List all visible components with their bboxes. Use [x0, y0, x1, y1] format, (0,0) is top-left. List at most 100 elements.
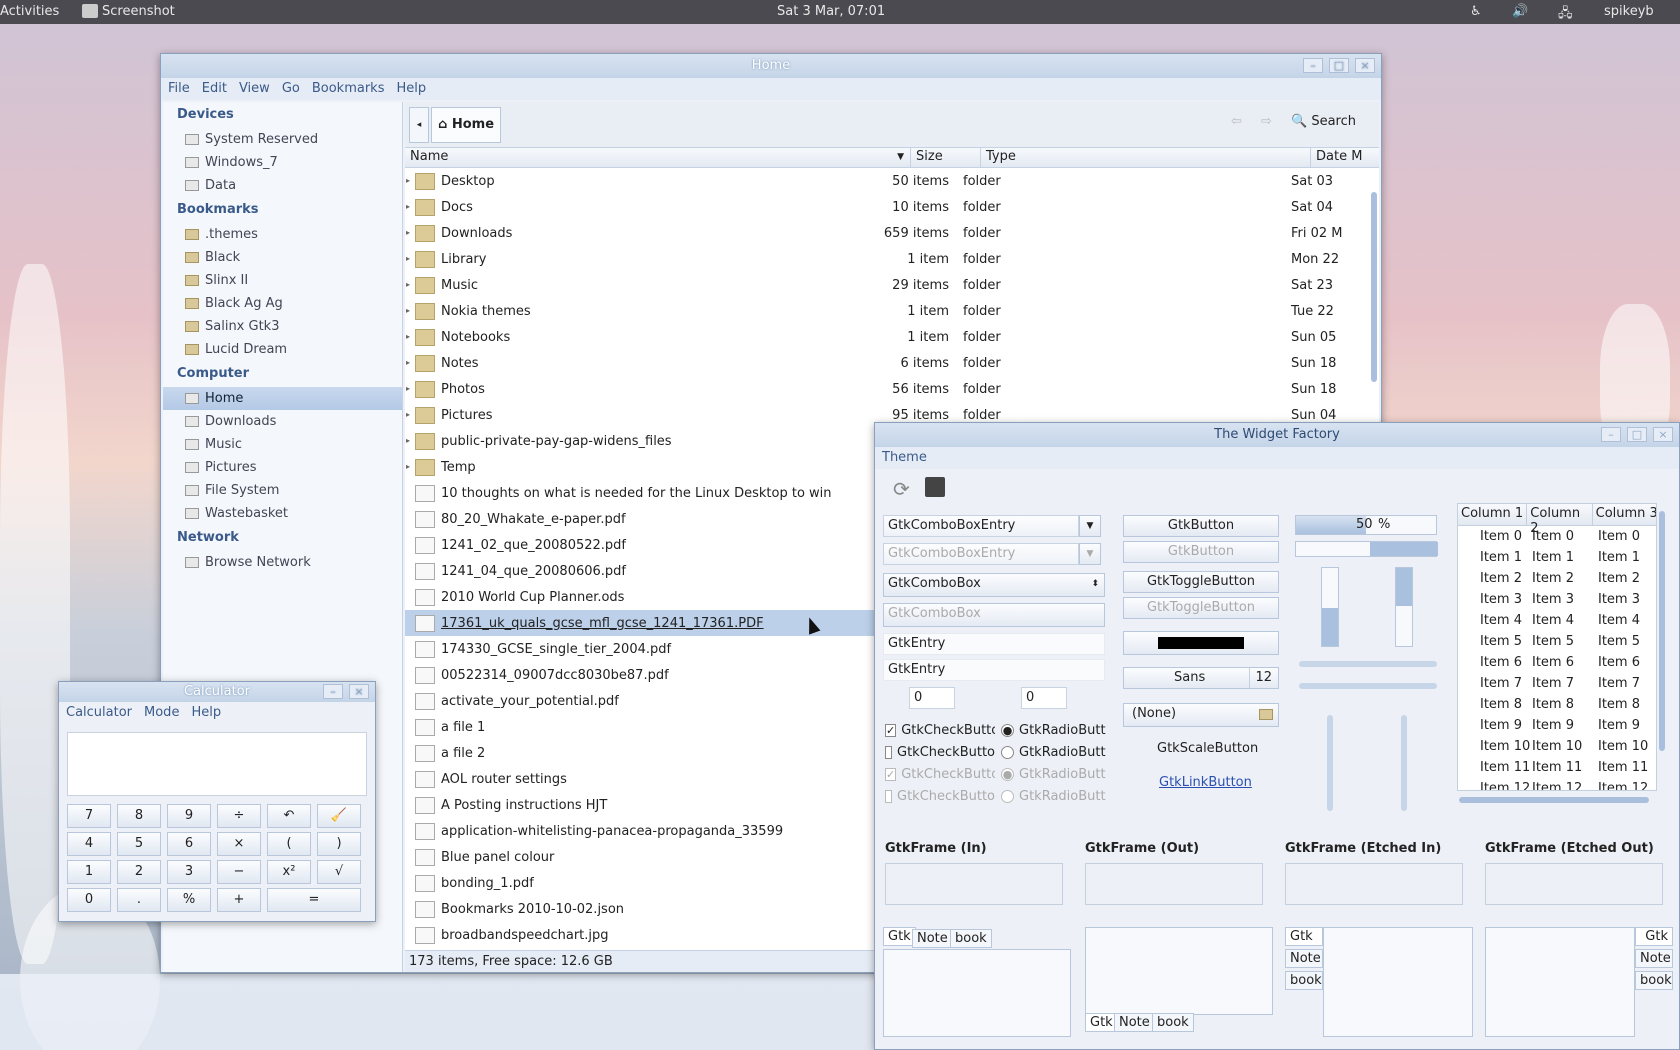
- list-item[interactable]: Item 8: [1532, 694, 1582, 715]
- sidebar-item-cmp-1[interactable]: Downloads: [163, 410, 402, 433]
- calc-key-3-1[interactable]: .: [117, 888, 161, 912]
- calc-key-1-3[interactable]: ×: [217, 832, 261, 856]
- list-item[interactable]: Item 10: [1480, 736, 1530, 757]
- gtk-toggle-button[interactable]: GtkToggleButton: [1123, 571, 1279, 593]
- list-item[interactable]: Item 9: [1598, 715, 1648, 736]
- list-item[interactable]: Item 12: [1532, 778, 1582, 790]
- expander-icon[interactable]: ▸: [406, 384, 410, 393]
- sidebar-item-dev-2[interactable]: Data: [163, 174, 402, 197]
- calc-display[interactable]: [67, 732, 367, 796]
- expander-icon[interactable]: ▸: [406, 254, 410, 263]
- table-row[interactable]: ▸ Docs 10 items folder Sat 04: [405, 194, 1379, 220]
- table-row[interactable]: ▸ Photos 56 items folder Sun 18: [405, 376, 1379, 402]
- combo-box-1[interactable]: GtkComboBox ⬍: [883, 573, 1105, 597]
- calc-key-0-2[interactable]: 9: [167, 804, 211, 828]
- list-item[interactable]: Item 11: [1480, 757, 1530, 778]
- list-item[interactable]: Item 12: [1480, 778, 1530, 790]
- tab-note-right[interactable]: Note: [1635, 949, 1673, 968]
- list-item[interactable]: Item 4: [1598, 610, 1648, 631]
- table-row[interactable]: ▸ Notebooks 1 item folder Sun 05: [405, 324, 1379, 350]
- tab-note-bottom[interactable]: Note: [1114, 1013, 1155, 1032]
- list-item[interactable]: Item 2: [1480, 568, 1530, 589]
- calc-key-1-2[interactable]: 6: [167, 832, 211, 856]
- sidebar-item-dev-0[interactable]: System Reserved: [163, 128, 402, 151]
- expander-icon[interactable]: ▸: [406, 176, 410, 185]
- tree-hscrollbar[interactable]: [1459, 797, 1649, 803]
- tab-note[interactable]: Note: [912, 929, 953, 948]
- tab-book-right[interactable]: book: [1635, 971, 1673, 990]
- sidebar-item-cmp-2[interactable]: Music: [163, 433, 402, 456]
- entry-1[interactable]: GtkEntry: [883, 633, 1105, 655]
- expander-icon[interactable]: ▸: [406, 228, 410, 237]
- column-type[interactable]: Type: [981, 148, 1311, 167]
- sidebar-item-cmp-4[interactable]: File System: [163, 479, 402, 502]
- list-item[interactable]: Item 10: [1532, 736, 1582, 757]
- calc-key-2-4[interactable]: x²: [267, 860, 311, 884]
- activities-button[interactable]: Activities: [0, 4, 59, 19]
- list-item[interactable]: Item 11: [1532, 757, 1582, 778]
- radio-button-1[interactable]: ● GtkRadioButt: [1001, 723, 1107, 738]
- link-button[interactable]: GtkLinkButton: [1159, 775, 1252, 790]
- list-item[interactable]: Item 3: [1480, 589, 1530, 610]
- tree-column-1[interactable]: Column 1: [1458, 504, 1528, 525]
- calc-key-0-0[interactable]: 7: [67, 804, 111, 828]
- list-item[interactable]: Item 5: [1532, 631, 1582, 652]
- vertical-scale-1[interactable]: [1327, 715, 1333, 811]
- table-row[interactable]: ▸ Music 29 items folder Sat 23: [405, 272, 1379, 298]
- tree-vscrollbar[interactable]: [1659, 511, 1665, 751]
- sidebar-item-cmp-5[interactable]: Wastebasket: [163, 502, 402, 525]
- list-item[interactable]: Item 3: [1532, 589, 1582, 610]
- list-item[interactable]: Item 7: [1598, 673, 1648, 694]
- wf-maximize-button[interactable]: □: [1627, 427, 1647, 442]
- list-item[interactable]: Item 9: [1532, 715, 1582, 736]
- list-item[interactable]: Item 12: [1598, 778, 1648, 790]
- expander-icon[interactable]: ▸: [406, 436, 410, 445]
- wf-titlebar[interactable]: The Widget Factory – □ ×: [875, 423, 1679, 447]
- table-row[interactable]: ▸ Desktop 50 items folder Sat 03: [405, 168, 1379, 194]
- accessibility-icon[interactable]: ♿: [1470, 4, 1482, 19]
- calc-key-0-1[interactable]: 8: [117, 804, 161, 828]
- calc-titlebar[interactable]: Calculator – ×: [59, 682, 375, 702]
- menu-file[interactable]: File: [168, 81, 190, 97]
- wf-minimize-button[interactable]: –: [1601, 427, 1621, 442]
- calc-key-0-3[interactable]: ÷: [217, 804, 261, 828]
- sidebar-item-cmp-3[interactable]: Pictures: [163, 456, 402, 479]
- calc-key-1-0[interactable]: 4: [67, 832, 111, 856]
- wf-close-button[interactable]: ×: [1653, 427, 1673, 442]
- user-menu[interactable]: spikeyb: [1604, 4, 1654, 19]
- list-item[interactable]: Item 2: [1598, 568, 1648, 589]
- tab-book[interactable]: book: [950, 929, 992, 948]
- sidebar-item-net-0[interactable]: Browse Network: [163, 551, 402, 574]
- calc-key-2-5[interactable]: √: [317, 860, 361, 884]
- menu-go[interactable]: Go: [282, 81, 300, 97]
- calc-key-0-5[interactable]: 🧹: [317, 804, 361, 828]
- column-date[interactable]: Date M: [1311, 148, 1371, 167]
- clock[interactable]: Sat 3 Mar, 07:01: [777, 4, 885, 19]
- table-row[interactable]: ▸ Downloads 659 items folder Fri 02 M: [405, 220, 1379, 246]
- calc-key-2-0[interactable]: 1: [67, 860, 111, 884]
- list-item[interactable]: Item 9: [1480, 715, 1530, 736]
- font-button[interactable]: Sans 12: [1123, 667, 1279, 689]
- file-chooser-button[interactable]: (None): [1123, 703, 1279, 727]
- close-button[interactable]: ×: [1355, 58, 1375, 73]
- sidebar-item-cmp-0[interactable]: Home: [163, 387, 402, 410]
- column-size[interactable]: Size: [911, 148, 981, 167]
- minimize-button[interactable]: –: [1303, 58, 1323, 73]
- list-item[interactable]: Item 6: [1532, 652, 1582, 673]
- menu-theme[interactable]: Theme: [882, 450, 927, 466]
- list-item[interactable]: Item 6: [1598, 652, 1648, 673]
- list-item[interactable]: Item 1: [1532, 547, 1582, 568]
- calc-key-2-3[interactable]: −: [217, 860, 261, 884]
- calc-key-3-2[interactable]: %: [167, 888, 211, 912]
- list-item[interactable]: Item 4: [1480, 610, 1530, 631]
- color-button[interactable]: [1123, 631, 1279, 655]
- list-item[interactable]: Item 0: [1532, 526, 1582, 547]
- list-item[interactable]: Item 0: [1598, 526, 1648, 547]
- table-row[interactable]: ▸ Notes 6 items folder Sun 18: [405, 350, 1379, 376]
- forward-arrow-icon[interactable]: ⇨: [1261, 114, 1272, 129]
- path-back-button[interactable]: ◂: [409, 107, 429, 143]
- calc-key-1-1[interactable]: 5: [117, 832, 161, 856]
- menu-bookmarks[interactable]: Bookmarks: [312, 81, 385, 97]
- sidebar-item-dev-1[interactable]: Windows_7: [163, 151, 402, 174]
- combo-box-entry-1[interactable]: GtkComboBoxEntry: [883, 515, 1079, 537]
